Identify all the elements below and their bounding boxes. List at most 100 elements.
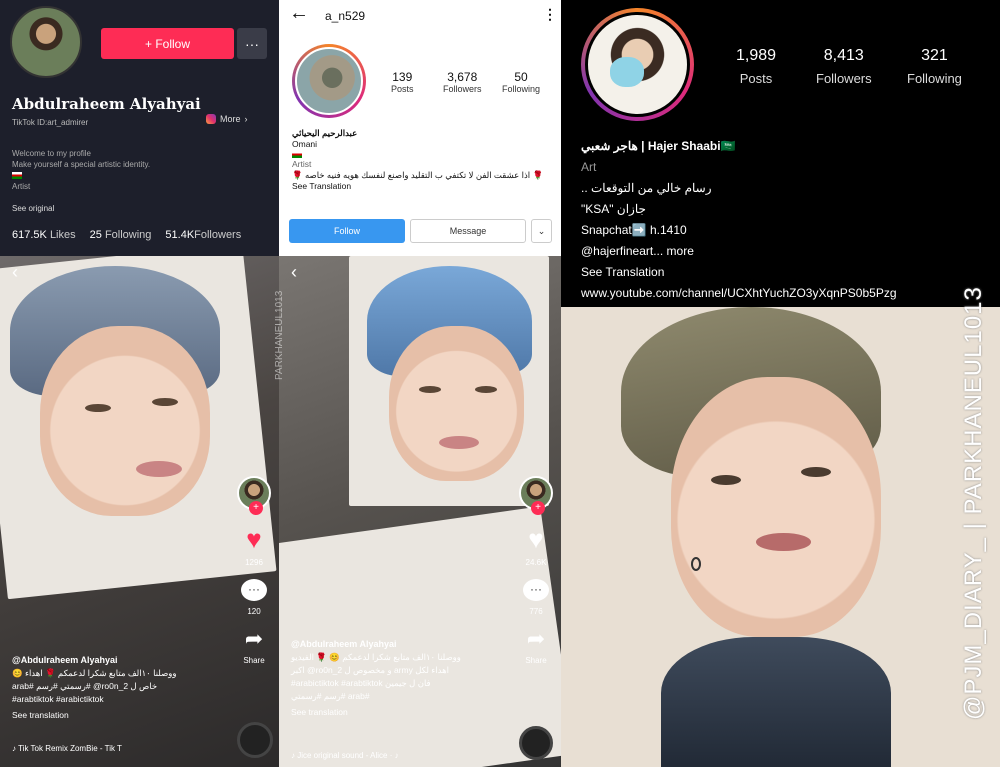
instagram-profile-dark: 1,989 Posts 8,413 Followers 321 Following ه… (561, 0, 1000, 307)
category: Art (581, 160, 597, 174)
see-translation-link[interactable]: See Translation (581, 262, 897, 283)
bio-line: Make yourself a special artistic identit… (12, 160, 151, 169)
caption-line: #arab #رسم #رسمتي (291, 691, 370, 701)
bio-line: Snapchat➡️ h.1410 (581, 223, 687, 237)
heart-icon[interactable]: ♥ (246, 526, 261, 552)
portrait-lips (756, 533, 811, 551)
more-options-button[interactable]: ··· (237, 28, 267, 59)
watermark-small: PARKHANEUL1013 (274, 290, 285, 380)
watermark: @PJM_DIARY_ | PARKHANEUL1013 (960, 286, 987, 720)
more-link[interactable]: More › (206, 114, 248, 124)
tiktok-video-1[interactable]: ‹ + ♥ 1296 ··· 120 ➦ Share @Abdulraheem … (0, 256, 279, 767)
posts-stat: 1,989 Posts (736, 47, 777, 86)
followers-stat[interactable]: 8,413 Followers (816, 47, 872, 86)
caption-line: خاص ل ro0n_2@ #رسمتي #رسم #arab (12, 681, 158, 691)
portrait-face (671, 377, 881, 637)
follow-button[interactable]: + Follow (101, 28, 234, 59)
bio-line: "KSA" جازان (581, 202, 646, 216)
display-name: هاجر شعبي | Hajer Shaabi🇸🇦 (581, 139, 736, 153)
tiktok-profile-panel: + Follow ··· Abdulraheem Alyahyai TikTok… (0, 0, 279, 256)
profile-name: Abdulraheem Alyahyai (12, 95, 201, 113)
kebab-menu-icon[interactable]: ⋮ (543, 6, 557, 23)
creator-avatar[interactable]: + (237, 476, 271, 515)
earring (691, 557, 701, 571)
profile-avatar[interactable] (292, 44, 366, 118)
painting-panel (561, 307, 954, 767)
video-username[interactable]: @Abdulraheem Alyahyai (12, 654, 232, 667)
face-mask-graphic (610, 57, 644, 87)
bio-text: 🌹 اذا عشقت الفن لا تكتفي ب التقليد واصنع… (292, 170, 544, 180)
portrait-lips (136, 461, 182, 477)
portrait-shirt (661, 637, 891, 767)
followers-stat[interactable]: 51.4KFollowers (165, 229, 241, 241)
see-original-link[interactable]: See original (12, 204, 54, 213)
display-name: عبدالرحيم اليحيائي (292, 128, 358, 138)
caption-line: فان ل جيمين arabictiktok #arabtiktok# (291, 678, 431, 688)
portrait-face (40, 326, 210, 516)
caption-line: ووصلنا ١٠الف متابع شكرا لدعمكم 😊 🌹 الفيد… (291, 652, 461, 662)
profile-bio: عبدالرحيم اليحيائي Omani Artist 🌹 اذا عش… (292, 128, 543, 192)
see-translation-link[interactable]: See translation (12, 709, 232, 722)
share-label: Share (525, 656, 547, 665)
more-link-label: More (220, 114, 241, 124)
profile-category: Artist (12, 182, 31, 191)
comment-icon[interactable]: ··· (523, 579, 549, 601)
profile-avatar[interactable] (10, 6, 82, 78)
portrait-eye (419, 386, 441, 393)
message-button[interactable]: Message (410, 219, 526, 243)
see-translation-link[interactable]: See Translation (292, 181, 543, 192)
music-ticker[interactable]: ♪ Jice original sound - Alice · ♪ (291, 751, 399, 760)
back-arrow-icon[interactable]: ‹ (291, 262, 297, 283)
portrait-eye (85, 404, 111, 412)
bio-line[interactable]: @hajerfineart... more (581, 241, 897, 262)
back-arrow-icon[interactable]: ← (289, 2, 309, 25)
side-actions: + ♥ 1296 ··· 120 ➦ Share (237, 476, 271, 665)
follow-button[interactable]: Follow (289, 219, 405, 243)
instagram-icon (206, 114, 216, 124)
likes-count: 24.6K (525, 558, 547, 567)
portrait-eye (475, 386, 497, 393)
posts-stat: 139 Posts (391, 70, 414, 94)
music-disc-icon[interactable] (519, 726, 553, 760)
portrait-eye (801, 467, 831, 477)
profile-stats: 617.5K Likes 25 Following 51.4KFollowers (12, 229, 241, 241)
comments-count: 120 (247, 607, 261, 616)
profile-bio: Welcome to my profile Make yourself a sp… (12, 148, 150, 192)
share-icon[interactable]: ➦ (527, 628, 545, 650)
following-stat[interactable]: 50 Following (502, 70, 540, 94)
caption-line: #arabtiktok #arabictiktok (12, 694, 104, 704)
chevron-right-icon: › (244, 114, 248, 124)
portrait-face (389, 326, 524, 481)
video-username[interactable]: @Abdulraheem Alyahyai (291, 638, 511, 651)
heart-icon[interactable]: ♥ (528, 526, 543, 552)
likes-count: 1296 (245, 558, 263, 567)
caption-line: ووصلنا ١٠الف متابع شكرا لدعمكم 🌹 اهداء 😊 (12, 668, 177, 678)
profile-bio: هاجر شعبي | Hajer Shaabi🇸🇦 Art رسام خالي… (581, 136, 897, 304)
music-ticker[interactable]: ♪ Tik Tok Remix ZomBie - Tik T (12, 744, 122, 753)
following-stat[interactable]: 25 Following (90, 229, 152, 241)
flag-icon (292, 151, 302, 158)
chevron-down-icon[interactable]: ⌄ (531, 219, 552, 243)
instagram-profile-light: ← a_n529 ⋮ 139 Posts 3,678 Followers 50 Fol… (279, 0, 561, 256)
portrait-lips (439, 436, 479, 449)
side-actions: + ♥ 24.6K ··· 776 ➦ Share (519, 476, 553, 665)
video-caption: @Abdulraheem Alyahyai ووصلنا ١٠الف متابع… (12, 654, 232, 722)
portrait-eye (152, 398, 178, 406)
followers-stat[interactable]: 3,678 Followers (443, 70, 482, 94)
likes-stat: 617.5K Likes (12, 229, 76, 241)
comment-icon[interactable]: ··· (241, 579, 267, 601)
tiktok-id: TikTok ID:art_admirer (12, 118, 89, 127)
back-arrow-icon[interactable]: ‹ (12, 262, 18, 283)
portrait-eye (711, 475, 741, 485)
bio-line: Welcome to my profile (12, 149, 91, 158)
caption-line: اهداء لكل army و مخصوص ل ro0n_2@ اكبر (291, 665, 449, 675)
location: Omani (292, 139, 318, 149)
share-icon[interactable]: ➦ (245, 628, 263, 650)
see-translation-link[interactable]: See translation (291, 706, 511, 719)
creator-avatar[interactable]: + (519, 476, 553, 515)
profile-link[interactable]: www.youtube.com/channel/UCXhtYuchZO3yXqn… (581, 283, 897, 304)
following-stat[interactable]: 321 Following (907, 47, 962, 86)
tiktok-video-2[interactable]: ‹ + ♥ 24.6K ··· 776 ➦ Share @Abdulraheem… (279, 256, 561, 767)
comments-count: 776 (529, 607, 543, 616)
music-disc-icon[interactable] (237, 722, 273, 758)
